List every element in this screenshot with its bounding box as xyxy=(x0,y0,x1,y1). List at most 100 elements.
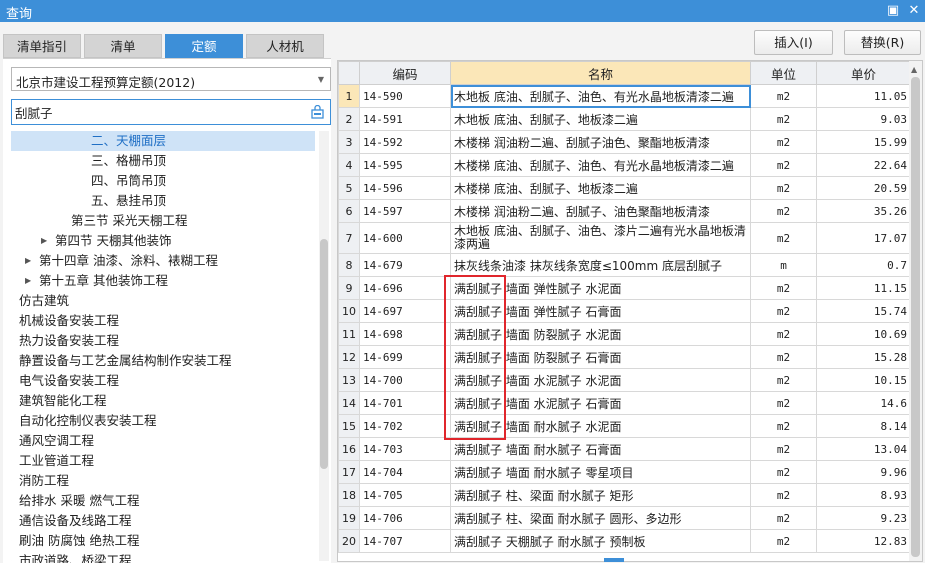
table-row[interactable]: 2014-707满刮腻子 天棚腻子 耐水腻子 预制板m212.83 xyxy=(339,530,911,553)
name-cell[interactable]: 满刮腻子 墙面 耐水腻子 零星项目 xyxy=(451,461,751,484)
code-cell[interactable]: 14-706 xyxy=(360,507,451,530)
tree-node[interactable]: 第三节 采光天棚工程 xyxy=(11,211,315,231)
tree-node[interactable]: ▶市政道路、桥梁工程 xyxy=(11,551,315,563)
grid-scrollbar[interactable]: ▲ xyxy=(909,61,922,561)
name-cell[interactable]: 满刮腻子 天棚腻子 耐水腻子 预制板 xyxy=(451,530,751,553)
close-icon[interactable]: ✕ xyxy=(905,2,923,20)
expand-arrow-icon[interactable]: ▶ xyxy=(25,251,31,271)
tree-node[interactable]: ▶工业管道工程 xyxy=(11,451,315,471)
unit-cell[interactable]: m2 xyxy=(751,85,817,108)
tree-node[interactable]: ▶通风空调工程 xyxy=(11,431,315,451)
price-cell[interactable]: 10.15 xyxy=(817,369,911,392)
search-input[interactable] xyxy=(15,103,300,121)
col-header-name[interactable]: 名称 xyxy=(451,62,751,85)
tab-bill[interactable]: 清单 xyxy=(84,34,162,58)
unit-cell[interactable]: m2 xyxy=(751,392,817,415)
code-cell[interactable]: 14-590 xyxy=(360,85,451,108)
unit-cell[interactable]: m2 xyxy=(751,154,817,177)
unit-cell[interactable]: m2 xyxy=(751,108,817,131)
table-row[interactable]: 1414-701满刮腻子 墙面 水泥腻子 石膏面m214.6 xyxy=(339,392,911,415)
unit-cell[interactable]: m2 xyxy=(751,369,817,392)
unit-cell[interactable]: m2 xyxy=(751,346,817,369)
price-cell[interactable]: 8.14 xyxy=(817,415,911,438)
price-cell[interactable]: 11.15 xyxy=(817,277,911,300)
code-cell[interactable]: 14-679 xyxy=(360,254,451,277)
tab-materials[interactable]: 人材机 xyxy=(246,34,324,58)
name-cell[interactable]: 满刮腻子 柱、梁面 耐水腻子 圆形、多边形 xyxy=(451,507,751,530)
col-header-unit[interactable]: 单位 xyxy=(751,62,817,85)
table-row[interactable]: 114-590木地板 底油、刮腻子、油色、有光水晶地板清漆二遍m211.05 xyxy=(339,85,911,108)
tree-node[interactable]: ▶通信设备及线路工程 xyxy=(11,511,315,531)
unit-cell[interactable]: m2 xyxy=(751,177,817,200)
price-cell[interactable]: 14.6 xyxy=(817,392,911,415)
table-row[interactable]: 814-679抹灰线条油漆 抹灰线条宽度≤100mm 底层刮腻子m0.7 xyxy=(339,254,911,277)
table-row[interactable]: 214-591木地板 底油、刮腻子、地板漆二遍m29.03 xyxy=(339,108,911,131)
expand-arrow-icon[interactable]: ▶ xyxy=(25,271,31,291)
unit-cell[interactable]: m2 xyxy=(751,461,817,484)
table-row[interactable]: 514-596木楼梯 底油、刮腻子、地板漆二遍m220.59 xyxy=(339,177,911,200)
price-cell[interactable]: 15.99 xyxy=(817,131,911,154)
name-cell[interactable]: 木地板 底油、刮腻子、油色、漆片二遍有光水晶地板清漆两遍 xyxy=(451,223,751,254)
code-cell[interactable]: 14-702 xyxy=(360,415,451,438)
horizontal-scroll-indicator[interactable] xyxy=(604,558,624,562)
price-cell[interactable]: 20.59 xyxy=(817,177,911,200)
price-cell[interactable]: 15.28 xyxy=(817,346,911,369)
code-cell[interactable]: 14-596 xyxy=(360,177,451,200)
tree-node[interactable]: ▶刷油 防腐蚀 绝热工程 xyxy=(11,531,315,551)
name-cell[interactable]: 满刮腻子 柱、梁面 耐水腻子 矩形 xyxy=(451,484,751,507)
quota-library-select[interactable]: 北京市建设工程预算定额(2012) ▼ xyxy=(11,67,331,91)
expand-arrow-icon[interactable]: ▶ xyxy=(41,231,47,251)
tree-node[interactable]: ▶给排水 采暖 燃气工程 xyxy=(11,491,315,511)
table-row[interactable]: 1114-698满刮腻子 墙面 防裂腻子 水泥面m210.69 xyxy=(339,323,911,346)
tree-node[interactable]: ▶第十四章 油漆、涂料、裱糊工程 xyxy=(11,251,315,271)
code-cell[interactable]: 14-592 xyxy=(360,131,451,154)
scroll-up-icon[interactable]: ▲ xyxy=(911,65,917,74)
price-cell[interactable]: 9.96 xyxy=(817,461,911,484)
tree-node[interactable]: 四、吊筒吊顶 xyxy=(11,171,315,191)
tab-bill-guide[interactable]: 清单指引 xyxy=(3,34,81,58)
replace-button[interactable]: 替换(R) xyxy=(844,30,921,55)
unit-cell[interactable]: m2 xyxy=(751,277,817,300)
unit-cell[interactable]: m2 xyxy=(751,200,817,223)
code-cell[interactable]: 14-698 xyxy=(360,323,451,346)
tree-node[interactable]: ▶电气设备安装工程 xyxy=(11,371,315,391)
tree-node[interactable]: ▶自动化控制仪表安装工程 xyxy=(11,411,315,431)
code-cell[interactable]: 14-705 xyxy=(360,484,451,507)
code-cell[interactable]: 14-697 xyxy=(360,300,451,323)
code-cell[interactable]: 14-703 xyxy=(360,438,451,461)
code-cell[interactable]: 14-597 xyxy=(360,200,451,223)
name-cell[interactable]: 木地板 底油、刮腻子、地板漆二遍 xyxy=(451,108,751,131)
table-row[interactable]: 1514-702满刮腻子 墙面 耐水腻子 水泥面m28.14 xyxy=(339,415,911,438)
tree-node[interactable]: ▶消防工程 xyxy=(11,471,315,491)
unit-cell[interactable]: m2 xyxy=(751,300,817,323)
col-header-price[interactable]: 单价 xyxy=(817,62,911,85)
price-cell[interactable]: 8.93 xyxy=(817,484,911,507)
code-cell[interactable]: 14-701 xyxy=(360,392,451,415)
restore-icon[interactable]: ▣ xyxy=(884,2,902,20)
unit-cell[interactable]: m2 xyxy=(751,323,817,346)
tree-node[interactable]: 三、格栅吊顶 xyxy=(11,151,315,171)
tree-scrollbar[interactable] xyxy=(319,131,329,561)
table-row[interactable]: 1014-697满刮腻子 墙面 弹性腻子 石膏面m215.74 xyxy=(339,300,911,323)
price-cell[interactable]: 11.05 xyxy=(817,85,911,108)
table-row[interactable]: 714-600木地板 底油、刮腻子、油色、漆片二遍有光水晶地板清漆两遍m217.… xyxy=(339,223,911,254)
code-cell[interactable]: 14-591 xyxy=(360,108,451,131)
search-box[interactable] xyxy=(11,99,331,125)
unit-cell[interactable]: m2 xyxy=(751,530,817,553)
name-cell[interactable]: 木地板 底油、刮腻子、油色、有光水晶地板清漆二遍 xyxy=(451,85,751,108)
col-header-code[interactable]: 编码 xyxy=(360,62,451,85)
code-cell[interactable]: 14-600 xyxy=(360,223,451,254)
unit-cell[interactable]: m2 xyxy=(751,438,817,461)
table-row[interactable]: 914-696满刮腻子 墙面 弹性腻子 水泥面m211.15 xyxy=(339,277,911,300)
unit-cell[interactable]: m xyxy=(751,254,817,277)
name-cell[interactable]: 抹灰线条油漆 抹灰线条宽度≤100mm 底层刮腻子 xyxy=(451,254,751,277)
price-cell[interactable]: 10.69 xyxy=(817,323,911,346)
tree-node[interactable]: 五、悬挂吊顶 xyxy=(11,191,315,211)
insert-button[interactable]: 插入(I) xyxy=(754,30,833,55)
table-row[interactable]: 414-595木楼梯 底油、刮腻子、油色、有光水晶地板清漆二遍m222.64 xyxy=(339,154,911,177)
code-cell[interactable]: 14-707 xyxy=(360,530,451,553)
price-cell[interactable]: 9.03 xyxy=(817,108,911,131)
tab-quota[interactable]: 定额 xyxy=(165,34,243,58)
table-row[interactable]: 1914-706满刮腻子 柱、梁面 耐水腻子 圆形、多边形m29.23 xyxy=(339,507,911,530)
tree-node[interactable]: ▶建筑智能化工程 xyxy=(11,391,315,411)
